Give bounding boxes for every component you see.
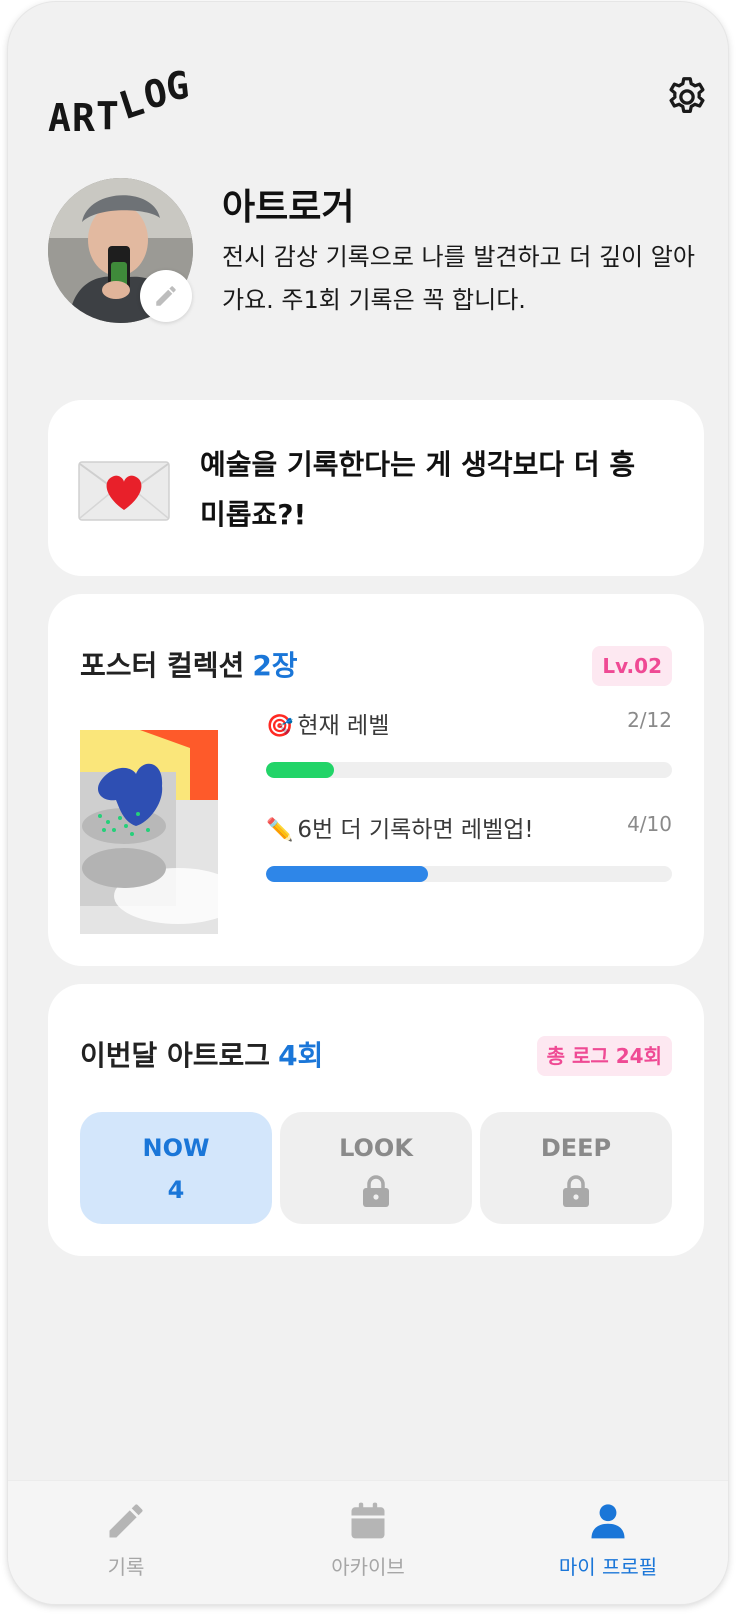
- monthly-log-card: 이번달 아트로그 4회 총 로그 24회 NOW 4 LOOK DEEP: [48, 984, 704, 1256]
- target-icon: 🎯: [266, 714, 294, 739]
- poster-collection-title: 포스터 컬렉션 2장: [80, 644, 298, 684]
- section-title: 포스터 컬렉션: [80, 649, 245, 682]
- love-letter-icon: [78, 458, 170, 522]
- progress-bar: [266, 866, 672, 882]
- logo-letter: T: [96, 94, 119, 138]
- tile-label: LOOK: [339, 1134, 413, 1162]
- nav-label: 기록: [107, 1555, 145, 1579]
- progress-bar: [266, 762, 672, 778]
- tile-deep[interactable]: DEEP: [480, 1112, 672, 1224]
- logo-letter: A: [48, 96, 71, 140]
- pencil-icon: [156, 286, 176, 306]
- app-screen: A R T L O G 아트로거 전시 감상 기록으로 나를 발견하고 더 깊이…: [8, 2, 728, 1604]
- person-icon: [591, 1504, 625, 1539]
- poster-count: 2장: [252, 649, 298, 682]
- progress-header: ✏️ 6번 더 기록하면 레벨업! 4/10: [266, 810, 672, 844]
- levelup-progress: ✏️ 6번 더 기록하면 레벨업! 4/10: [266, 810, 672, 882]
- progress-value: 4/10: [627, 812, 672, 836]
- progress-label-text: 현재 레벨: [297, 713, 390, 739]
- progress-label: 🎯 현재 레벨: [266, 706, 389, 740]
- gear-icon: [669, 77, 705, 114]
- monthly-log-count: 4회: [278, 1039, 324, 1072]
- settings-button[interactable]: [664, 74, 710, 120]
- lock-icon: [563, 1175, 589, 1207]
- progress-value: 2/12: [627, 708, 672, 732]
- logo-letter: R: [72, 96, 95, 140]
- tile-label: NOW: [142, 1134, 210, 1162]
- level-progress: 🎯 현재 레벨 2/12: [266, 706, 672, 778]
- logo-letter: G: [163, 62, 191, 110]
- total-log-badge: 총 로그 24회: [536, 1036, 672, 1076]
- progress-bar-fill: [266, 866, 429, 882]
- poster-collection-card[interactable]: 포스터 컬렉션 2장 Lv.02 🎯 현재 레벨 2/12 ✏️ 6번 더 기록…: [48, 594, 704, 966]
- tile-now[interactable]: NOW 4: [80, 1112, 272, 1224]
- bottom-nav: 기록 아카이브 마이 프로필: [8, 1480, 728, 1604]
- pencil-icon: [109, 1504, 143, 1538]
- edit-avatar-button[interactable]: [140, 270, 192, 322]
- section-title: 이번달 아트로그: [80, 1039, 271, 1072]
- pencil-emoji-icon: ✏️: [266, 818, 294, 843]
- nav-label: 아카이브: [331, 1555, 405, 1579]
- nav-item-record[interactable]: 기록: [46, 1499, 206, 1589]
- monthly-log-title: 이번달 아트로그 4회: [80, 1034, 323, 1074]
- nav-label: 마이 프로필: [558, 1555, 658, 1579]
- progress-label: ✏️ 6번 더 기록하면 레벨업!: [266, 810, 534, 844]
- log-tiles: NOW 4 LOOK DEEP: [80, 1112, 672, 1224]
- poster-thumbnail[interactable]: [80, 730, 242, 934]
- progress-header: 🎯 현재 레벨 2/12: [266, 706, 672, 740]
- calendar-icon: [351, 1502, 385, 1539]
- quote-text: 예술을 기록한다는 게 생각보다 더 흥미롭죠?!: [200, 448, 636, 531]
- progress-bar-fill: [266, 762, 334, 778]
- nav-item-my-profile[interactable]: 마이 프로필: [528, 1499, 688, 1589]
- tile-value: 4: [167, 1176, 185, 1204]
- profile-bio: 전시 감상 기록으로 나를 발견하고 더 깊이 알아가요. 주1회 기록은 꼭 …: [222, 243, 695, 314]
- artlog-logo: A R T L O G: [48, 63, 190, 140]
- quote-card: 예술을 기록한다는 게 생각보다 더 흥미롭죠?!: [48, 400, 704, 576]
- tile-label: DEEP: [540, 1134, 612, 1162]
- progress-label-text: 6번 더 기록하면 레벨업!: [297, 817, 534, 843]
- lock-icon: [363, 1175, 389, 1207]
- level-badge: Lv.02: [592, 646, 672, 686]
- tile-look[interactable]: LOOK: [280, 1112, 472, 1224]
- profile-name: 아트로거: [222, 187, 355, 228]
- profile-avatar-area: [48, 178, 193, 323]
- nav-item-archive[interactable]: 아카이브: [288, 1499, 448, 1589]
